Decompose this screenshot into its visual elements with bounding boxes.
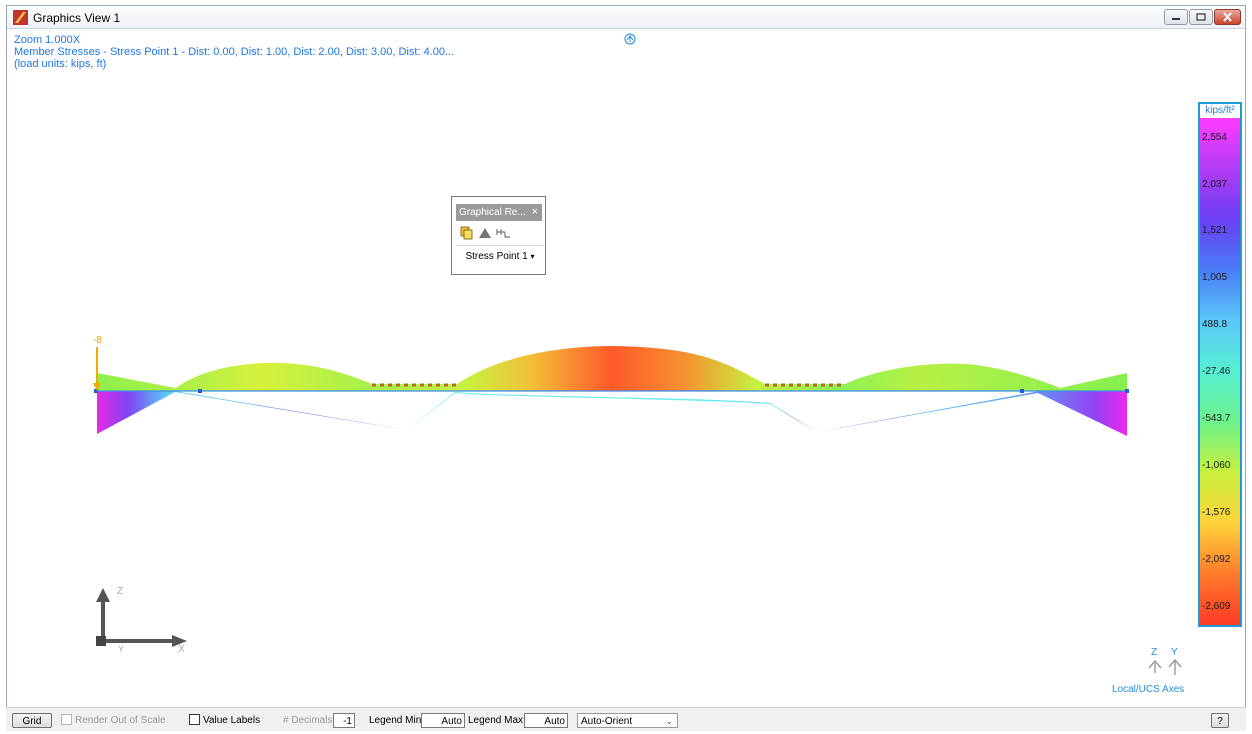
legend-min-label: Legend Min <box>369 715 422 726</box>
value-labels-checkbox[interactable]: Value Labels <box>189 713 260 728</box>
legend-label: -543.7 <box>1202 413 1231 424</box>
panel-title: Graphical Re... <box>459 207 526 218</box>
support-node[interactable] <box>1020 389 1024 393</box>
beam-options-icon[interactable] <box>496 229 510 238</box>
legend-label: 2,554 <box>1202 132 1228 143</box>
stress-legend: kips/ft² 2,554 2,037 1,521 1,005 488.8 -… <box>1198 102 1242 627</box>
orient-select[interactable]: Auto-Orient ⌄ <box>577 713 678 728</box>
local-z-label: Z <box>1151 647 1157 658</box>
load-label: -8 <box>93 335 102 346</box>
legend-label: -27.46 <box>1202 366 1231 377</box>
support-node[interactable] <box>198 389 202 393</box>
value-labels-label: Value Labels <box>203 715 261 726</box>
chevron-down-icon: ▾ <box>530 252 535 261</box>
copy-results-icon[interactable] <box>460 226 473 240</box>
local-axes-caption: Local/UCS Axes <box>1112 684 1185 695</box>
legend-label: 1,521 <box>1202 225 1228 236</box>
legend-label: -1,576 <box>1202 507 1231 518</box>
stress-diagram-bottom <box>97 391 1127 436</box>
panel-close-button[interactable]: × <box>532 204 538 221</box>
global-x-label: X <box>178 644 185 655</box>
legend-label: 488.8 <box>1202 319 1228 330</box>
checkbox-box[interactable] <box>189 714 200 725</box>
legend-label: -2,092 <box>1202 554 1231 565</box>
global-z-label: Z <box>117 586 123 597</box>
legend-min-input[interactable]: Auto <box>421 713 465 728</box>
panel-tools <box>460 226 510 240</box>
graphical-results-panel[interactable]: Graphical Re... × Stress Point 1 ▾ <box>451 196 546 275</box>
legend-max-label: Legend Max <box>468 715 524 726</box>
legend-label: 1,005 <box>1202 272 1228 283</box>
decimals-label: # Decimals: <box>283 715 336 726</box>
panel-title-bar[interactable]: Graphical Re... × <box>456 204 542 221</box>
support-node[interactable] <box>1125 389 1129 393</box>
orient-value: Auto-Orient <box>581 716 633 727</box>
checkbox-box[interactable] <box>61 714 72 725</box>
stress-diagram-top <box>97 346 1127 391</box>
local-z-arrow-icon <box>1148 659 1162 673</box>
graphics-canvas[interactable]: -8 Z X Y Z Y <box>0 0 1252 700</box>
panel-toggle-arrow-icon <box>626 35 634 42</box>
local-y-label: Y <box>1171 647 1178 658</box>
legend-label: -1,060 <box>1202 460 1231 471</box>
local-y-arrow-icon <box>1168 658 1182 675</box>
legend-label: 2,037 <box>1202 179 1228 190</box>
bottom-toolbar: Grid Render Out of Scale Value Labels # … <box>6 707 1246 731</box>
legend-max-input[interactable]: Auto <box>524 713 568 728</box>
z-arrow-icon <box>96 588 110 602</box>
render-out-of-scale-checkbox[interactable]: Render Out of Scale <box>61 713 166 728</box>
legend-unit: kips/ft² <box>1205 105 1235 116</box>
chevron-down-icon: ⌄ <box>665 716 673 726</box>
axes-origin <box>96 636 106 646</box>
stress-point-value: Stress Point 1 <box>465 251 528 262</box>
shape-triangle-icon[interactable] <box>479 228 491 238</box>
render-out-of-scale-label: Render Out of Scale <box>75 715 166 726</box>
legend-label: -2,609 <box>1202 601 1231 612</box>
help-button[interactable]: ? <box>1211 713 1229 728</box>
decimals-input[interactable]: -1 <box>333 713 355 728</box>
stress-point-dropdown[interactable]: Stress Point 1 ▾ <box>456 245 544 266</box>
grid-button[interactable]: Grid <box>12 713 52 728</box>
global-y-label: Y <box>118 644 124 654</box>
